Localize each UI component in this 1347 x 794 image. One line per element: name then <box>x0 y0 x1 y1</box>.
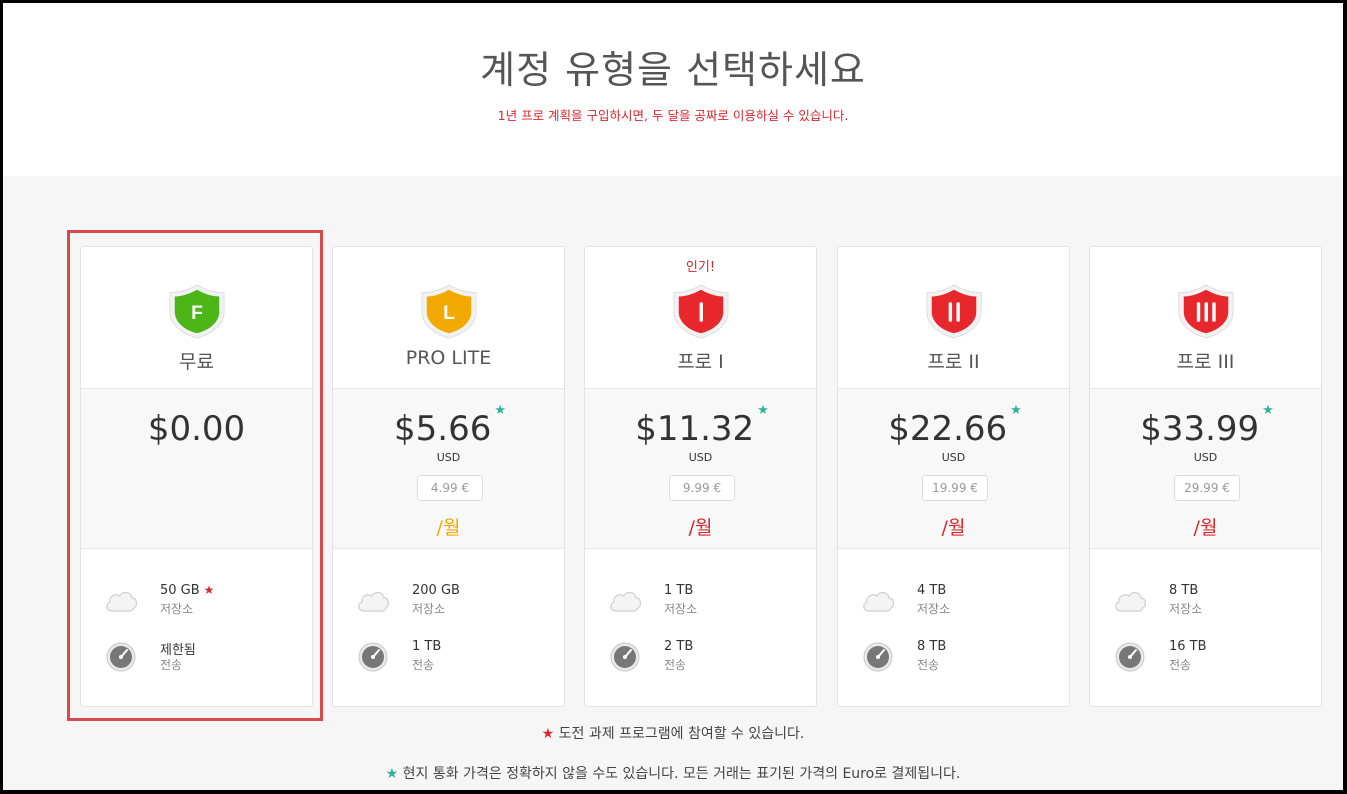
billing-period: /월 <box>688 517 713 539</box>
challenge-footnote-text: 도전 과제 프로그램에 참여할 수 있습니다. <box>558 726 805 742</box>
billing-period: /월 <box>1193 517 1218 539</box>
transfer-label: 전송 <box>412 658 435 672</box>
currency-label: USD <box>688 451 713 464</box>
storage-value: 4 TB <box>917 583 947 598</box>
promo-subtitle: 1년 프로 계획을 구입하시면, 두 달을 공짜로 이용하실 수 있습니다. <box>497 108 849 123</box>
plan-shield-icon: L <box>421 284 477 339</box>
plan-features: 8 TB 저장소 16 TB 전송 <box>1090 549 1321 707</box>
price-value: $22.66 <box>888 409 1008 449</box>
teal-star-icon: ★ <box>1010 402 1022 418</box>
transfer-value: 16 TB <box>1169 639 1207 654</box>
storage-value: 8 TB <box>1169 583 1199 598</box>
plan-name: 프로 III <box>1176 351 1235 373</box>
storage-value: 1 TB <box>664 583 694 598</box>
transfer-value: 2 TB <box>664 639 694 654</box>
teal-star-icon: ★ <box>757 402 769 418</box>
plan-header: 프로 II <box>838 247 1069 389</box>
teal-star-icon: ★ <box>1262 402 1274 418</box>
plan-card[interactable]: 프로 II $22.66 ★ USD 19.99 € /월 4 TB 저장소 8 TB 전송 <box>837 246 1070 707</box>
transfer-row: 8 TB 전송 <box>860 639 1060 679</box>
currency-label: USD <box>1193 451 1218 464</box>
price-section: $33.99 ★ USD 29.99 € /월 <box>1090 389 1321 549</box>
plan-card[interactable]: 인기! 프로 I $11.32 ★ USD 9.99 € /월 1 TB 저장소 2 TB 전송 <box>584 246 817 707</box>
plan-header: 인기! 프로 I <box>585 247 816 389</box>
plan-features: 200 GB 저장소 1 TB 전송 <box>333 549 564 707</box>
plan-name: 프로 I <box>677 351 724 373</box>
price-section: $11.32 ★ USD 9.99 € /월 <box>585 389 816 549</box>
cloud-icon <box>1115 591 1147 612</box>
plan-shield-icon <box>1178 284 1234 339</box>
cloud-icon <box>863 591 895 612</box>
plan-name: PRO LITE <box>405 347 492 369</box>
speedometer-icon <box>358 642 388 672</box>
plan-price: $22.66 ★ <box>838 403 1069 449</box>
storage-label: 저장소 <box>664 602 698 616</box>
price-value: $33.99 <box>1140 409 1260 449</box>
storage-row: 1 TB 저장소 <box>607 583 807 623</box>
plan-header: 프로 III <box>1090 247 1321 389</box>
euro-price: 4.99 € <box>417 475 483 501</box>
teal-star-icon: ★ <box>494 402 506 418</box>
storage-value: 200 GB <box>412 583 460 598</box>
transfer-row: 16 TB 전송 <box>1112 639 1312 679</box>
plan-price: $33.99 ★ <box>1090 403 1321 449</box>
popular-badge: 인기! <box>685 260 716 275</box>
plan-features: 1 TB 저장소 2 TB 전송 <box>585 549 816 707</box>
currency-label: USD <box>941 451 966 464</box>
speedometer-icon <box>610 642 640 672</box>
billing-period: /월 <box>436 517 461 539</box>
currency-footnote-text: 현지 통화 가격은 정확하지 않을 수도 있습니다. 모든 거래는 표기된 가격… <box>402 766 961 782</box>
plan-shield-icon <box>926 284 982 339</box>
price-section: $5.66 ★ USD 4.99 € /월 <box>333 389 564 549</box>
currency-label: USD <box>436 451 461 464</box>
challenge-footnote: ★ 도전 과제 프로그램에 참여할 수 있습니다. <box>3 723 1343 743</box>
transfer-label: 전송 <box>917 658 940 672</box>
header: 계정 유형을 선택하세요 1년 프로 계획을 구입하시면, 두 달을 공짜로 이… <box>3 3 1343 176</box>
transfer-value: 8 TB <box>917 639 947 654</box>
storage-label: 저장소 <box>1169 602 1203 616</box>
plan-shield-icon <box>673 284 729 339</box>
selected-plan-outline <box>67 230 323 721</box>
euro-price: 19.99 € <box>922 475 988 501</box>
transfer-row: 2 TB 전송 <box>607 639 807 679</box>
speedometer-icon <box>1115 642 1145 672</box>
storage-row: 200 GB 저장소 <box>355 583 555 623</box>
billing-period: /월 <box>941 517 966 539</box>
transfer-label: 전송 <box>1169 658 1192 672</box>
plan-name: 프로 II <box>927 351 980 373</box>
page-title: 계정 유형을 선택하세요 <box>480 48 866 92</box>
storage-row: 8 TB 저장소 <box>1112 583 1312 623</box>
euro-price: 9.99 € <box>669 475 735 501</box>
speedometer-icon <box>863 642 893 672</box>
teal-star-icon: ★ <box>385 766 399 782</box>
storage-row: 4 TB 저장소 <box>860 583 1060 623</box>
transfer-value: 1 TB <box>412 639 442 654</box>
plan-price: $11.32 ★ <box>585 403 816 449</box>
cloud-icon <box>610 591 642 612</box>
euro-price: 29.99 € <box>1174 475 1240 501</box>
price-value: $11.32 <box>635 409 755 449</box>
red-star-icon: ★ <box>541 726 555 742</box>
page: 계정 유형을 선택하세요 1년 프로 계획을 구입하시면, 두 달을 공짜로 이… <box>3 3 1343 790</box>
plan-price: $5.66 ★ <box>333 403 564 449</box>
plan-card[interactable]: 프로 III $33.99 ★ USD 29.99 € /월 8 TB 저장소 16 TB 전송 <box>1089 246 1322 707</box>
plan-features: 4 TB 저장소 8 TB 전송 <box>838 549 1069 707</box>
storage-label: 저장소 <box>917 602 951 616</box>
price-value: $5.66 <box>394 409 492 449</box>
transfer-row: 1 TB 전송 <box>355 639 555 679</box>
price-section: $22.66 ★ USD 19.99 € /월 <box>838 389 1069 549</box>
svg-text:L: L <box>443 303 455 324</box>
transfer-label: 전송 <box>664 658 687 672</box>
cloud-icon <box>358 591 390 612</box>
currency-footnote: ★ 현지 통화 가격은 정확하지 않을 수도 있습니다. 모든 거래는 표기된 … <box>3 763 1343 783</box>
plan-card[interactable]: L PRO LITE $5.66 ★ USD 4.99 € /월 200 GB 저장소 1 TB 전… <box>332 246 565 707</box>
storage-label: 저장소 <box>412 602 446 616</box>
plan-header: L PRO LITE <box>333 247 564 389</box>
